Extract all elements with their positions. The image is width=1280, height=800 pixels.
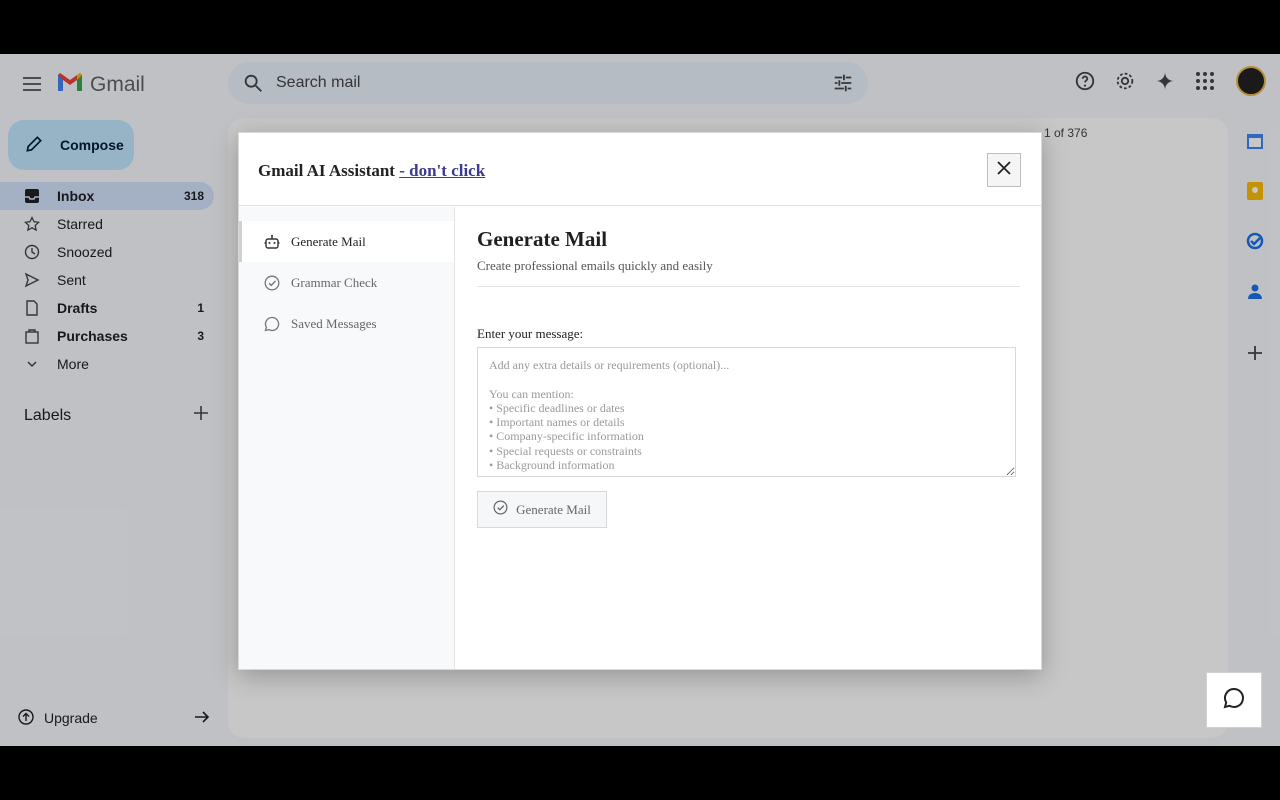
panel-subtitle: Create professional emails quickly and e…	[477, 258, 713, 273]
generate-button-label: Generate Mail	[516, 501, 591, 517]
close-button[interactable]	[987, 153, 1021, 187]
chat-bubble-icon	[264, 316, 280, 332]
assistant-sidebar: Generate Mail Grammar Check Saved Messag…	[239, 207, 455, 669]
tab-saved-messages[interactable]: Saved Messages	[239, 303, 454, 344]
chat-fab-button[interactable]	[1206, 672, 1262, 728]
modal-title-text: Gmail AI Assistant	[258, 161, 400, 180]
tab-grammar-check[interactable]: Grammar Check	[239, 262, 454, 303]
message-textarea[interactable]	[477, 347, 1016, 477]
tab-label: Grammar Check	[291, 274, 378, 290]
close-icon	[997, 160, 1011, 180]
ai-assistant-modal: Gmail AI Assistant - don't click Generat…	[238, 132, 1042, 670]
message-field-label: Enter your message:	[477, 326, 584, 341]
robot-icon	[264, 234, 280, 250]
modal-header: Gmail AI Assistant - don't click	[239, 133, 1041, 206]
tab-label: Generate Mail	[291, 233, 366, 249]
check-circle-icon	[264, 275, 280, 291]
tab-generate-mail[interactable]: Generate Mail	[239, 221, 454, 262]
divider	[477, 286, 1020, 287]
dont-click-link[interactable]: - don't click	[399, 161, 485, 180]
chat-bubble-icon	[1222, 686, 1246, 715]
check-circle-icon	[493, 500, 508, 519]
tab-label: Saved Messages	[291, 315, 377, 331]
modal-title: Gmail AI Assistant - don't click	[258, 161, 485, 181]
panel-title: Generate Mail	[477, 227, 608, 251]
generate-mail-button[interactable]: Generate Mail	[477, 491, 607, 528]
